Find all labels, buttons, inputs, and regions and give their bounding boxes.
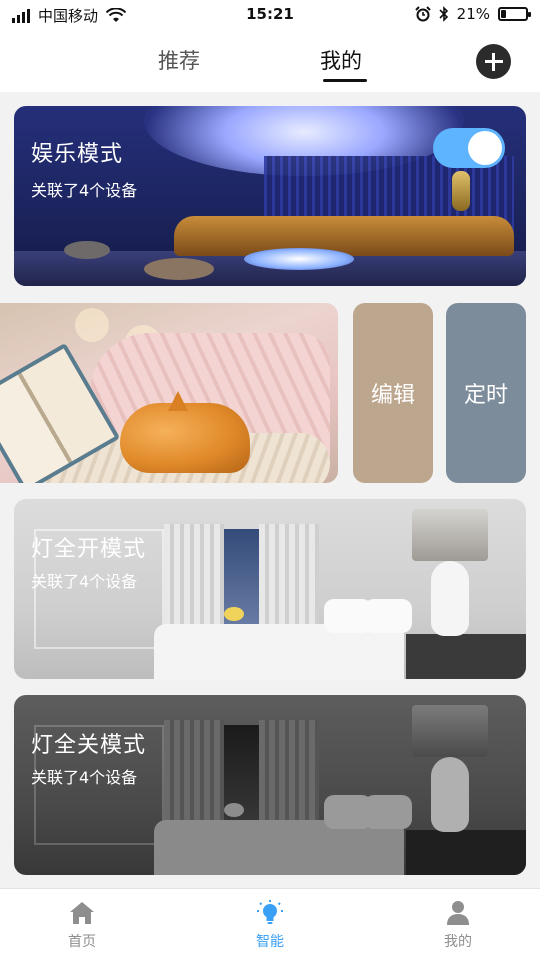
scene-image-statue	[452, 171, 470, 211]
add-scene-button[interactable]	[476, 44, 511, 79]
battery-fill	[501, 10, 507, 18]
tab-mine[interactable]: 我的	[320, 45, 362, 75]
bottom-tab-bar: 首页 智能 我的	[0, 888, 540, 960]
scene-device-count: 关联了4个设备	[31, 572, 138, 591]
alarm-icon	[414, 6, 431, 22]
scene-image-bed	[154, 820, 404, 875]
tabbar-home[interactable]: 首页	[37, 899, 127, 951]
scene-image-cat-ear	[168, 391, 188, 411]
scene-card-reading[interactable]	[0, 303, 338, 483]
tabbar-label: 我的	[444, 934, 472, 950]
scene-image-pillow	[364, 795, 412, 829]
scene-image-lamp-shade	[412, 705, 488, 757]
user-icon	[447, 901, 469, 925]
bokeh-light	[75, 308, 109, 342]
scene-image-stool	[144, 258, 214, 280]
scene-image-lamp-shade	[412, 509, 488, 561]
scene-title: 灯全开模式	[31, 537, 147, 562]
scene-title: 娱乐模式	[31, 142, 124, 167]
battery-icon	[498, 7, 531, 21]
timer-scene-button[interactable]: 定时	[446, 303, 526, 483]
scene-image-nightstand	[406, 830, 526, 875]
bluetooth-icon	[439, 6, 448, 22]
scene-image-sofa	[174, 216, 514, 256]
scene-device-count: 关联了4个设备	[31, 768, 138, 787]
scene-toggle[interactable]	[433, 128, 505, 168]
scene-image-pillow	[364, 599, 412, 633]
tabbar-label: 智能	[256, 934, 284, 950]
scene-image-cat	[120, 403, 250, 473]
scene-image-table	[244, 248, 354, 270]
tabbar-mine[interactable]: 我的	[413, 899, 503, 951]
scene-title: 灯全关模式	[31, 733, 147, 758]
header: 推荐 我的	[0, 30, 540, 92]
status-bar: 中国移动 15:21 21%	[0, 0, 540, 30]
toggle-knob	[468, 131, 502, 165]
scene-card-entertainment[interactable]: 娱乐模式 关联了4个设备	[14, 106, 526, 286]
scene-image-bed	[154, 624, 404, 679]
scene-image-flowers	[224, 607, 244, 621]
bulb-icon	[257, 900, 283, 924]
battery-percent: 21%	[456, 5, 490, 23]
scene-card-lights-on[interactable]: 灯全开模式 关联了4个设备	[14, 499, 526, 679]
tabbar-smart[interactable]: 智能	[225, 899, 315, 951]
scene-device-count: 关联了4个设备	[31, 181, 138, 200]
tabbar-label: 首页	[68, 934, 96, 950]
scene-card-lights-off[interactable]: 灯全关模式 关联了4个设备	[14, 695, 526, 875]
scene-image-nightstand	[406, 634, 526, 679]
scene-image-flowers	[224, 803, 244, 817]
tab-recommend[interactable]: 推荐	[158, 45, 200, 75]
tab-active-indicator	[323, 79, 367, 82]
scene-image-lamp-base	[431, 757, 469, 832]
status-right: 21%	[414, 5, 531, 23]
edit-scene-button[interactable]: 编辑	[353, 303, 433, 483]
home-icon	[70, 902, 94, 924]
scene-image-lamp-base	[431, 561, 469, 636]
scene-image-stool	[64, 241, 110, 259]
